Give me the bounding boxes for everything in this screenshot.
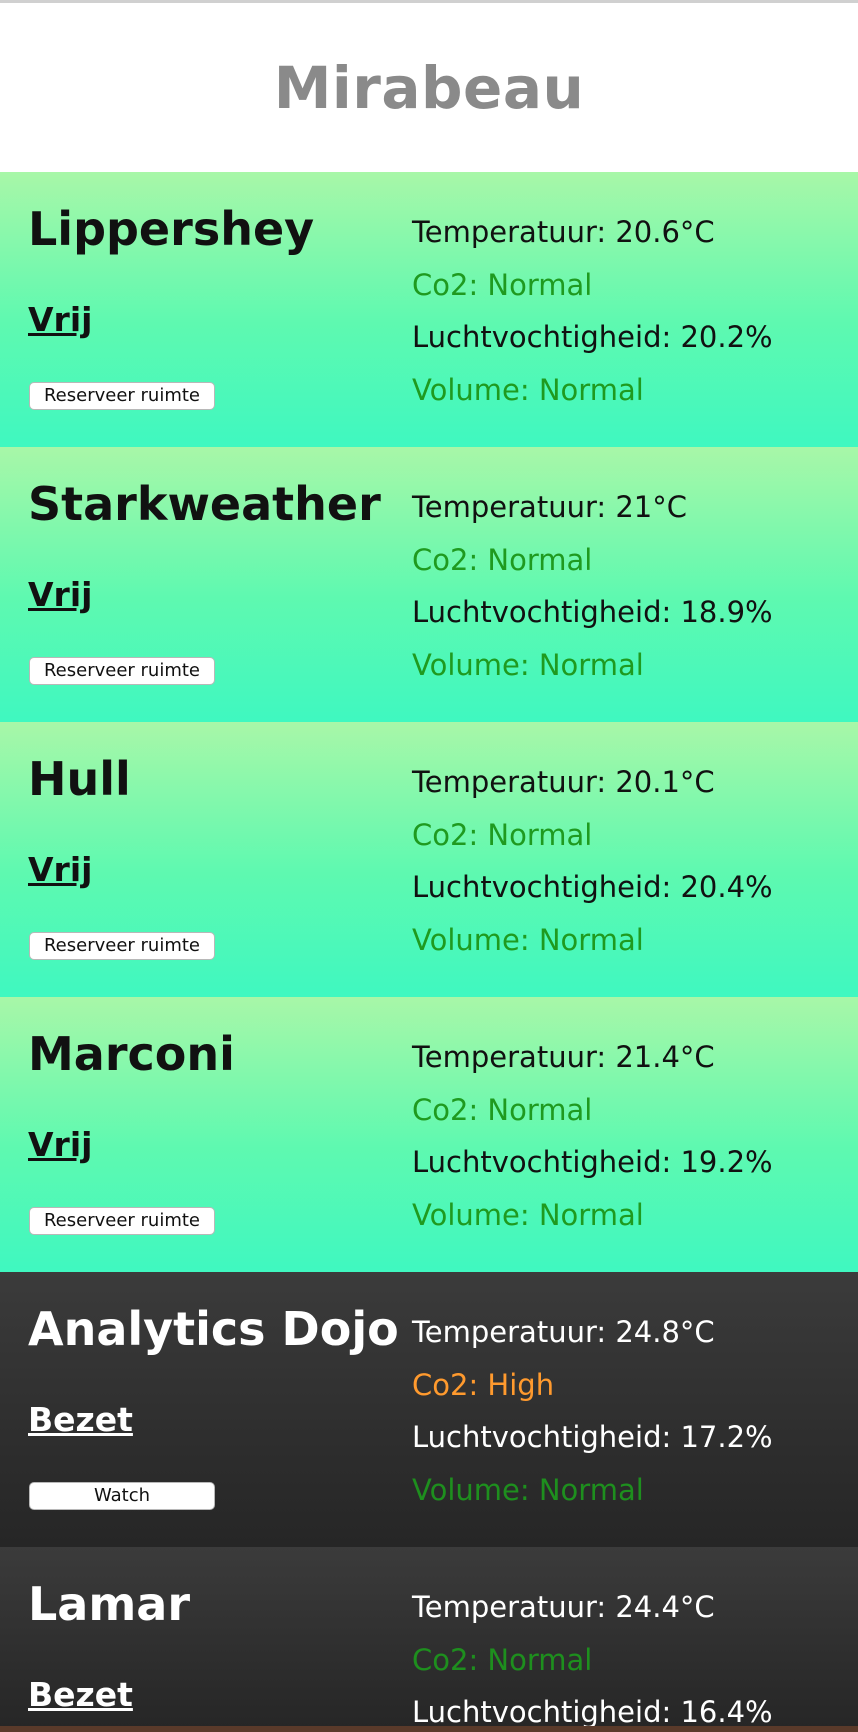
- room-status-link[interactable]: Bezet: [28, 1400, 133, 1439]
- humidity-reading: Luchtvochtigheid: 18.9%: [412, 595, 773, 629]
- co2-reading: Co2: Normal: [412, 1642, 593, 1677]
- page-title: Mirabeau: [273, 53, 585, 122]
- room-card-lamar: Lamar Bezet Temperatuur: 24.4°C Co2: Nor…: [0, 1547, 858, 1730]
- co2-reading: Co2: Normal: [412, 267, 593, 302]
- room-metrics: Temperatuur: 24.4°C Co2: Normal Luchtvoc…: [412, 1581, 773, 1732]
- temperature-reading: Temperatuur: 20.1°C: [412, 765, 715, 799]
- room-status-link[interactable]: Vrij: [28, 850, 92, 889]
- volume-reading: Volume: Normal: [412, 1197, 644, 1232]
- co2-reading: Co2: Normal: [412, 817, 593, 852]
- room-status-link[interactable]: Bezet: [28, 1675, 133, 1714]
- humidity-reading: Luchtvochtigheid: 20.4%: [412, 870, 773, 904]
- page-header: Mirabeau: [0, 3, 858, 172]
- humidity-reading: Luchtvochtigheid: 17.2%: [412, 1420, 773, 1454]
- room-name: Marconi: [28, 1027, 235, 1081]
- room-card-starkweather: Starkweather Vrij Reserveer ruimte Tempe…: [0, 447, 858, 722]
- room-metrics: Temperatuur: 20.1°C Co2: Normal Luchtvoc…: [412, 756, 773, 966]
- room-list: Lippershey Vrij Reserveer ruimte Tempera…: [0, 172, 858, 1730]
- temperature-reading: Temperatuur: 21.4°C: [412, 1040, 715, 1074]
- room-metrics: Temperatuur: 21.4°C Co2: Normal Luchtvoc…: [412, 1031, 773, 1241]
- room-status-link[interactable]: Vrij: [28, 1125, 92, 1164]
- room-name: Lamar: [28, 1577, 191, 1631]
- room-name: Starkweather: [28, 477, 381, 531]
- room-name: Lippershey: [28, 202, 315, 256]
- temperature-reading: Temperatuur: 20.6°C: [412, 215, 715, 249]
- room-card-marconi: Marconi Vrij Reserveer ruimte Temperatuu…: [0, 997, 858, 1272]
- reserve-room-button[interactable]: Reserveer ruimte: [29, 932, 215, 960]
- temperature-reading: Temperatuur: 24.4°C: [412, 1590, 715, 1624]
- room-card-analytics-dojo: Analytics Dojo Bezet Watch Temperatuur: …: [0, 1272, 858, 1547]
- room-card-lippershey: Lippershey Vrij Reserveer ruimte Tempera…: [0, 172, 858, 447]
- volume-reading: Volume: Normal: [412, 647, 644, 682]
- room-name: Analytics Dojo: [28, 1302, 399, 1356]
- room-status-link[interactable]: Vrij: [28, 575, 92, 614]
- temperature-reading: Temperatuur: 21°C: [412, 490, 688, 524]
- room-card-hull: Hull Vrij Reserveer ruimte Temperatuur: …: [0, 722, 858, 997]
- room-status-link[interactable]: Vrij: [28, 300, 92, 339]
- humidity-reading: Luchtvochtigheid: 20.2%: [412, 320, 773, 354]
- volume-reading: Volume: Normal: [412, 1472, 644, 1507]
- reserve-room-button[interactable]: Reserveer ruimte: [29, 382, 215, 410]
- co2-reading: Co2: Normal: [412, 542, 593, 577]
- room-metrics: Temperatuur: 24.8°C Co2: High Luchtvocht…: [412, 1306, 773, 1516]
- reserve-room-button[interactable]: Reserveer ruimte: [29, 1207, 215, 1235]
- reserve-room-button[interactable]: Reserveer ruimte: [29, 657, 215, 685]
- volume-reading: Volume: Normal: [412, 372, 644, 407]
- room-metrics: Temperatuur: 21°C Co2: Normal Luchtvocht…: [412, 481, 773, 691]
- room-name: Hull: [28, 752, 131, 806]
- co2-reading: Co2: Normal: [412, 1092, 593, 1127]
- co2-reading: Co2: High: [412, 1367, 555, 1402]
- volume-reading: Volume: Normal: [412, 922, 644, 957]
- humidity-reading: Luchtvochtigheid: 19.2%: [412, 1145, 773, 1179]
- watch-button[interactable]: Watch: [29, 1482, 215, 1510]
- room-metrics: Temperatuur: 20.6°C Co2: Normal Luchtvoc…: [412, 206, 773, 416]
- temperature-reading: Temperatuur: 24.8°C: [412, 1315, 715, 1349]
- bottom-edge-strip: [0, 1726, 858, 1732]
